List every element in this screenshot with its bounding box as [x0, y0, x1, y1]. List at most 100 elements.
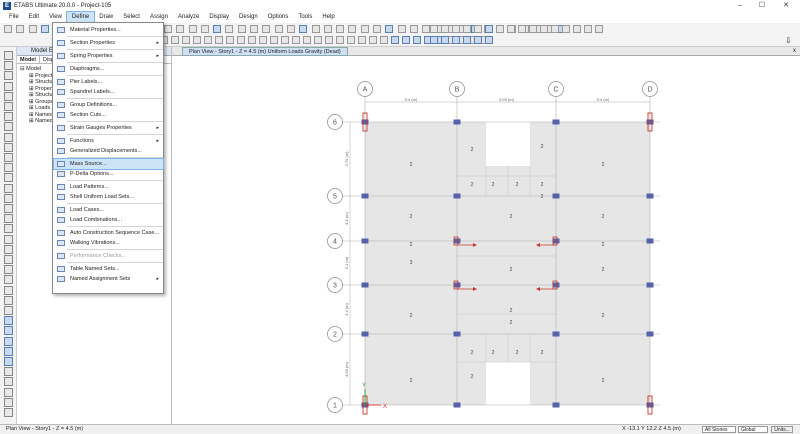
toolbar-tool-icon[interactable]: [213, 25, 222, 33]
toolbar-tool-icon[interactable]: [270, 36, 278, 44]
toolbar-tool-icon[interactable]: [551, 25, 559, 33]
maximize-icon[interactable]: ☐: [752, 0, 772, 12]
left-tool-icon[interactable]: [4, 306, 13, 315]
story-select[interactable]: All Stories: [702, 426, 736, 433]
toolbar-tool-icon[interactable]: [237, 36, 245, 44]
toolbar-tool-icon[interactable]: [402, 36, 410, 44]
toolbar-tool-icon[interactable]: [336, 36, 344, 44]
toolbar-tool-icon[interactable]: [225, 25, 234, 33]
toolbar-tool-icon[interactable]: [348, 25, 357, 33]
left-tool-icon[interactable]: [4, 234, 13, 244]
menu-tools[interactable]: Tools: [293, 12, 317, 23]
left-tool-icon[interactable]: [4, 326, 13, 336]
left-tool-icon[interactable]: [4, 377, 13, 387]
toolbar-tool-icon[interactable]: [250, 25, 258, 33]
toolbar-tool-icon[interactable]: [441, 25, 449, 33]
left-tool-icon[interactable]: [4, 91, 13, 101]
toolbar-tool-icon[interactable]: [463, 25, 471, 33]
left-tool-icon[interactable]: [4, 255, 13, 264]
menu-item-shell-uniform-load-sets[interactable]: Shell Uniform Load Sets...: [54, 192, 163, 202]
left-tool-icon[interactable]: [4, 71, 13, 81]
left-tool-icon[interactable]: [4, 163, 13, 173]
units-button[interactable]: Units...: [771, 426, 793, 433]
toolbar-tool-icon[interactable]: [347, 36, 355, 44]
menu-analyze[interactable]: Analyze: [173, 12, 204, 23]
toolbar-tool-icon[interactable]: [562, 25, 570, 33]
menu-item-pier-labels[interactable]: Pier Labels...: [54, 77, 163, 87]
menu-display[interactable]: Display: [204, 12, 234, 23]
menu-item-spring-properties[interactable]: Spring Properties ▸: [54, 51, 163, 61]
toolbar-tool-icon[interactable]: [485, 25, 493, 33]
left-tool-icon[interactable]: [4, 112, 13, 122]
left-tool-icon[interactable]: [4, 357, 13, 366]
toolbar-tool-icon[interactable]: [595, 25, 603, 33]
toolbar-tool-icon[interactable]: [292, 36, 300, 44]
menu-item-strain-gauges-properties[interactable]: Strain Gauges Properties ▸: [54, 123, 163, 133]
toolbar-tool-icon[interactable]: [188, 25, 197, 33]
left-tool-icon[interactable]: [4, 193, 13, 203]
menu-options[interactable]: Options: [263, 12, 294, 23]
menu-item-material-properties[interactable]: Material Properties...: [54, 25, 163, 35]
left-tool-icon[interactable]: [4, 183, 13, 193]
left-tool-icon[interactable]: [4, 316, 13, 326]
left-tool-icon[interactable]: [4, 387, 13, 397]
toolbar-tool-icon[interactable]: [474, 25, 482, 33]
left-tool-icon[interactable]: [4, 142, 13, 152]
toolbar-tool-icon[interactable]: [452, 25, 460, 33]
plan-drawing[interactable]: A B C D 6 5 4 3 2 1 5.4 (m) 3.93 (m) 5.4 (m) 3.75 (m)…: [172, 56, 800, 424]
left-tool-icon[interactable]: [4, 285, 13, 295]
toolbar-tool-icon[interactable]: [182, 36, 190, 44]
toolbar-tool-icon[interactable]: [163, 25, 172, 33]
toolbar-tool-icon[interactable]: [380, 36, 388, 44]
toolbar-tool-icon[interactable]: [248, 36, 256, 44]
toolbar-tool-icon[interactable]: [385, 25, 394, 33]
minimize-icon[interactable]: –: [730, 0, 750, 12]
toolbar-tool-icon[interactable]: [303, 36, 311, 44]
toolbar-tool-icon[interactable]: [397, 25, 406, 33]
toolbar-tool-icon[interactable]: [496, 25, 504, 33]
menu-item-load-combinations[interactable]: Load Combinations...: [54, 215, 163, 225]
menu-item-section-properties[interactable]: Section Properties ▸: [54, 38, 163, 48]
left-tool-icon[interactable]: [4, 61, 13, 71]
toolbar-tool-icon[interactable]: [507, 25, 515, 33]
close-view-icon[interactable]: x: [793, 47, 796, 56]
toolbar-tool-icon[interactable]: [40, 25, 49, 33]
menu-item-table-named-sets[interactable]: Table Named Sets...: [54, 264, 163, 274]
toolbar-tool-icon[interactable]: [540, 25, 548, 33]
toolbar-tool-icon[interactable]: [314, 36, 322, 44]
menu-item-spandrel-labels[interactable]: Spandrel Labels...: [54, 87, 163, 97]
toolbar-tool-icon[interactable]: [200, 25, 209, 33]
toolbar-tool-icon[interactable]: [529, 25, 537, 33]
left-tool-icon[interactable]: [4, 102, 13, 111]
menu-item-section-cuts[interactable]: Section Cuts...: [54, 110, 163, 120]
toolbar-tool-icon[interactable]: [360, 25, 369, 33]
toolbar-tool-icon[interactable]: [176, 25, 185, 33]
plan-view-canvas[interactable]: A B C D 6 5 4 3 2 1 5.4 (m) 3.93 (m) 5.4 (m) 3.75 (m)…: [172, 56, 800, 424]
menu-item-diaphragms[interactable]: Diaphragms...: [54, 64, 163, 74]
toolbar-tool-icon[interactable]: [215, 36, 223, 44]
menu-item-load-patterns[interactable]: Load Patterns...: [54, 182, 163, 192]
menu-item-performance-checks[interactable]: Performance Checks...: [54, 251, 163, 261]
toolbar-tool-icon[interactable]: [358, 36, 366, 44]
toolbar-tool-icon[interactable]: [226, 36, 234, 44]
tab-plan-view[interactable]: Plan View - Story1 - Z = 4.5 (m) Uniform…: [182, 47, 348, 56]
toolbar-tool-icon[interactable]: [323, 25, 332, 33]
toolbar-tool-icon[interactable]: [28, 25, 37, 33]
close-icon[interactable]: ✕: [776, 0, 796, 12]
toolbar-tool-icon[interactable]: [474, 36, 482, 44]
toolbar-tool-icon[interactable]: [463, 36, 471, 44]
left-tool-icon[interactable]: [4, 295, 13, 305]
toolbar-tool-icon[interactable]: [16, 25, 25, 33]
toolbar-tool-icon[interactable]: [262, 25, 271, 33]
tab-model[interactable]: Model: [17, 56, 40, 63]
menu-item-p-delta-options[interactable]: P-Delta Options...: [54, 169, 163, 179]
menu-item-walking-vibrations[interactable]: Walking Vibrations...: [54, 238, 163, 248]
toolbar-tool-icon[interactable]: [336, 25, 345, 33]
menu-item-mass-source[interactable]: Mass Source...: [53, 158, 164, 170]
menu-design[interactable]: Design: [234, 12, 263, 23]
toolbar-tool-icon[interactable]: [485, 36, 493, 44]
left-tool-icon[interactable]: [4, 397, 13, 407]
download-icon[interactable]: ⇩: [785, 36, 792, 45]
left-tool-icon[interactable]: [4, 408, 13, 417]
menu-item-named-assignment-sets[interactable]: Named Assignment Sets ▸: [54, 274, 163, 284]
